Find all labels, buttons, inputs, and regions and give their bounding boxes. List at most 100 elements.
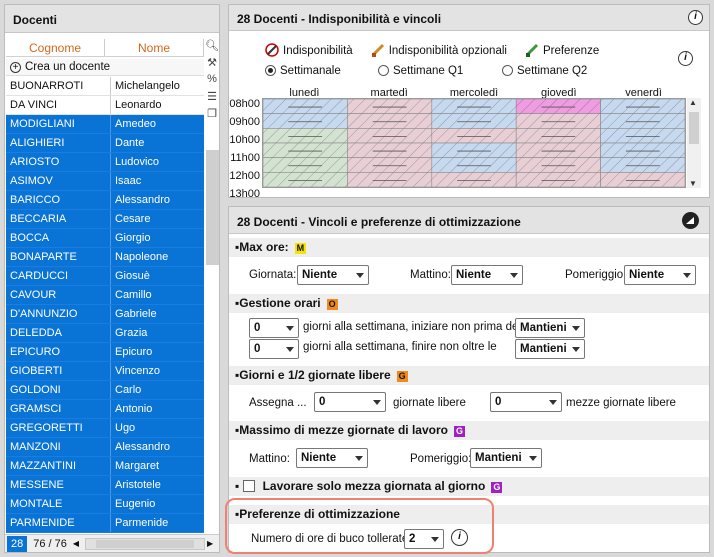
cell-name: Ludovico xyxy=(115,156,160,168)
table-row[interactable]: BARICCO Alessandro xyxy=(6,191,204,210)
cell-name: Giosuè xyxy=(115,270,150,282)
teachers-footer: 28 76 / 76 ◀ ▶ xyxy=(5,534,219,552)
table-row[interactable]: CAVOUR Camillo xyxy=(6,286,204,305)
legend-preferences[interactable]: Preferenze xyxy=(525,43,599,57)
availability-grid[interactable] xyxy=(262,98,686,188)
tag-m: M xyxy=(294,243,307,254)
grid-cell-hatch xyxy=(263,172,348,187)
table-row[interactable]: MODIGLIANI Amedeo xyxy=(6,115,204,134)
table-row[interactable]: GOLDONI Carlo xyxy=(6,381,204,400)
grid-cell-hatch xyxy=(600,157,685,173)
create-teacher-label: Crea un docente xyxy=(25,61,111,73)
info-icon[interactable]: i xyxy=(678,51,693,66)
table-row[interactable]: GRAMSCI Antonio xyxy=(6,400,204,419)
availability-grid-canvas[interactable] xyxy=(262,98,686,188)
cell-surname: MANZONI xyxy=(6,438,111,456)
select-end-time[interactable]: Mantieni xyxy=(515,339,585,359)
cell-surname: PARMENIDE xyxy=(6,514,111,532)
table-row[interactable]: MESSENE Aristotele xyxy=(6,476,204,495)
cell-surname: ARIOSTO xyxy=(6,153,111,171)
scroll-left-icon[interactable]: ◀ xyxy=(73,539,79,548)
cell-name: Ugo xyxy=(115,422,136,434)
select-morning-half[interactable]: Niente xyxy=(296,448,368,468)
column-header-name[interactable]: Nome xyxy=(105,39,204,56)
select-free-half-days[interactable]: 0 xyxy=(490,392,562,412)
table-row[interactable]: BOCCA Giorgio xyxy=(6,229,204,248)
table-row[interactable]: MONTALE Eugenio xyxy=(6,495,204,514)
table-row[interactable]: BONAPARTE Napoleone xyxy=(6,248,204,267)
table-row[interactable]: DA VINCI Leonardo xyxy=(6,96,204,115)
cell-name: Michelangelo xyxy=(115,80,180,92)
column-header-surname[interactable]: Cognome xyxy=(6,39,105,56)
table-row[interactable]: MANZONI Alessandro xyxy=(6,438,204,457)
table-row[interactable]: BUONARROTI Michelangelo xyxy=(6,77,204,96)
table-row[interactable]: GIOBERTI Vincenzo xyxy=(6,362,204,381)
radio-weeks-q1[interactable]: Settimane Q1 xyxy=(378,65,463,77)
selected-count-badge: 28 xyxy=(7,535,28,552)
copy-icon[interactable]: ❐ xyxy=(204,107,220,124)
legend-optional-unavailable[interactable]: Indisponibilità opzionali xyxy=(371,43,507,57)
table-row[interactable]: DELEDDA Grazia xyxy=(6,324,204,343)
scroll-up-icon[interactable]: ▲ xyxy=(689,98,697,107)
radio-weekly[interactable]: Settimanale xyxy=(265,65,341,77)
total-count: 76 / 76 xyxy=(33,537,67,550)
info-icon[interactable]: i xyxy=(688,10,703,25)
teachers-scrollbar[interactable] xyxy=(206,150,219,265)
free-half-days-label: mezze giornate libere xyxy=(566,397,676,409)
grid-cell-hatch xyxy=(516,172,601,187)
grid-cell-hatch xyxy=(263,128,348,143)
table-row[interactable]: EPICURO Epicuro xyxy=(6,343,204,362)
scroll-right-icon[interactable]: ▶ xyxy=(207,539,213,548)
select-free-days[interactable]: 0 xyxy=(314,392,386,412)
grid-cell-hatch xyxy=(600,113,685,129)
select-afternoon-half[interactable]: Mantieni xyxy=(470,448,542,468)
table-row[interactable]: GREGORETTI Ugo xyxy=(6,419,204,438)
grid-cell-hatch xyxy=(516,143,601,158)
half-day-checkbox[interactable] xyxy=(243,480,255,492)
select-afternoon-max[interactable]: Niente xyxy=(624,265,696,285)
table-row[interactable]: D'ANNUNZIO Gabriele xyxy=(6,305,204,324)
radio-weeks-q2[interactable]: Settimane Q2 xyxy=(502,65,587,77)
select-start-time[interactable]: Mantieni xyxy=(515,318,585,338)
select-start-days[interactable]: 0 xyxy=(249,318,299,338)
section-max-hours: ▪Max ore: M xyxy=(229,238,709,257)
cell-surname: GOLDONI xyxy=(6,381,111,399)
constraints-panel-title: 28 Docenti - Vincoli e preferenze di ott… xyxy=(237,215,521,229)
collapse-icon[interactable] xyxy=(682,212,699,229)
cell-name: Antonio xyxy=(115,403,153,415)
label-afternoon-half: Pomeriggio: xyxy=(410,453,472,465)
list-icon[interactable]: ☰ xyxy=(204,90,220,107)
table-row[interactable]: PARMENIDE Parmenide xyxy=(6,514,204,533)
table-row[interactable]: ARIOSTO Ludovico xyxy=(6,153,204,172)
legend-unavailable[interactable]: Indisponibilità xyxy=(265,43,353,57)
table-row[interactable]: ALIGHIERI Dante xyxy=(6,134,204,153)
teachers-panel-title: Docenti xyxy=(5,5,219,33)
horizontal-scrollbar[interactable] xyxy=(85,537,206,550)
grid-cell-hatch xyxy=(516,157,601,173)
free-days-label: giornate libere xyxy=(393,397,466,409)
cell-name: Dante xyxy=(115,137,145,149)
grid-scrollbar[interactable]: ▲ ▼ xyxy=(687,98,701,188)
search-icon[interactable]: 🔍︎ xyxy=(204,39,220,56)
table-row[interactable]: BECCARIA Cesare xyxy=(6,210,204,229)
grid-cell-hatch xyxy=(431,172,517,187)
cell-name: Isaac xyxy=(115,175,142,187)
select-morning-max[interactable]: Niente xyxy=(451,265,523,285)
cell-name: Camillo xyxy=(115,289,152,301)
grid-cell-hatch xyxy=(347,113,432,129)
cell-surname: BOCCA xyxy=(6,229,111,247)
cell-surname: BARICCO xyxy=(6,191,111,209)
pen-red-icon xyxy=(265,43,279,57)
create-teacher-row[interactable]: + Crea un docente xyxy=(6,59,204,76)
wrench-icon[interactable]: ⚒ xyxy=(204,56,220,73)
table-row[interactable]: MAZZANTINI Margaret xyxy=(6,457,204,476)
select-end-days[interactable]: 0 xyxy=(249,339,299,359)
table-row[interactable]: CARDUCCI Giosuè xyxy=(6,267,204,286)
section-half-day-work: ▪ Lavorare solo mezza giornata al giorno… xyxy=(229,477,709,496)
table-row[interactable]: ASIMOV Isaac xyxy=(6,172,204,191)
scroll-down-icon[interactable]: ▼ xyxy=(689,179,697,188)
percent-icon[interactable]: % xyxy=(204,73,220,90)
select-day-max[interactable]: Niente xyxy=(297,265,369,285)
availability-panel-title: 28 Docenti - Indisponibilità e vincoli xyxy=(237,12,442,26)
teachers-list: BUONARROTI Michelangelo DA VINCI Leonardo MO… xyxy=(6,77,204,533)
